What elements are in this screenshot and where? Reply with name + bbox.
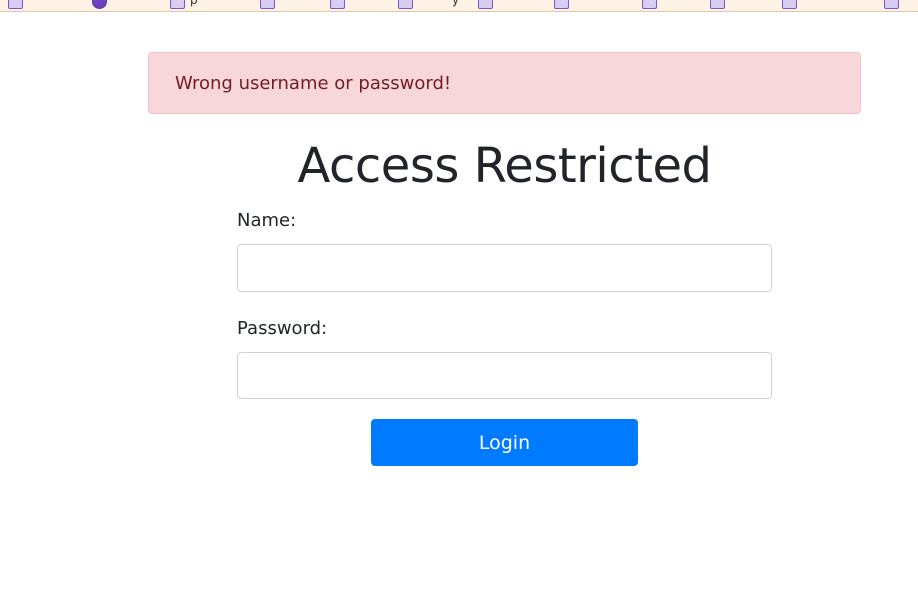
bookmark-icon[interactable] (260, 0, 275, 9)
error-alert: Wrong username or password! (148, 52, 861, 114)
name-label: Name: (237, 210, 297, 231)
password-label: Password: (237, 318, 328, 339)
bookmark-icon[interactable] (478, 0, 493, 9)
page-title: Access Restricted (297, 138, 712, 194)
bookmark-icon[interactable] (884, 0, 899, 9)
bookmark-icon[interactable] (710, 0, 725, 9)
error-message: Wrong username or password! (175, 73, 452, 94)
bookmark-icon[interactable] (398, 0, 413, 9)
login-button[interactable]: Login (371, 419, 638, 466)
bookmark-icon[interactable] (170, 0, 185, 9)
bookmark-icon[interactable] (330, 0, 345, 9)
bookmark-icon[interactable] (8, 0, 23, 9)
bookmark-icon[interactable] (92, 0, 107, 9)
bookmarks-bar: p y (0, 0, 918, 12)
bookmark-icon[interactable] (782, 0, 797, 9)
bookmark-label[interactable]: p (190, 0, 198, 7)
bookmark-label[interactable]: y (452, 0, 459, 7)
name-field[interactable] (237, 244, 772, 292)
bookmark-icon[interactable] (554, 0, 569, 9)
password-field[interactable] (237, 352, 772, 399)
bookmark-icon[interactable] (642, 0, 657, 9)
